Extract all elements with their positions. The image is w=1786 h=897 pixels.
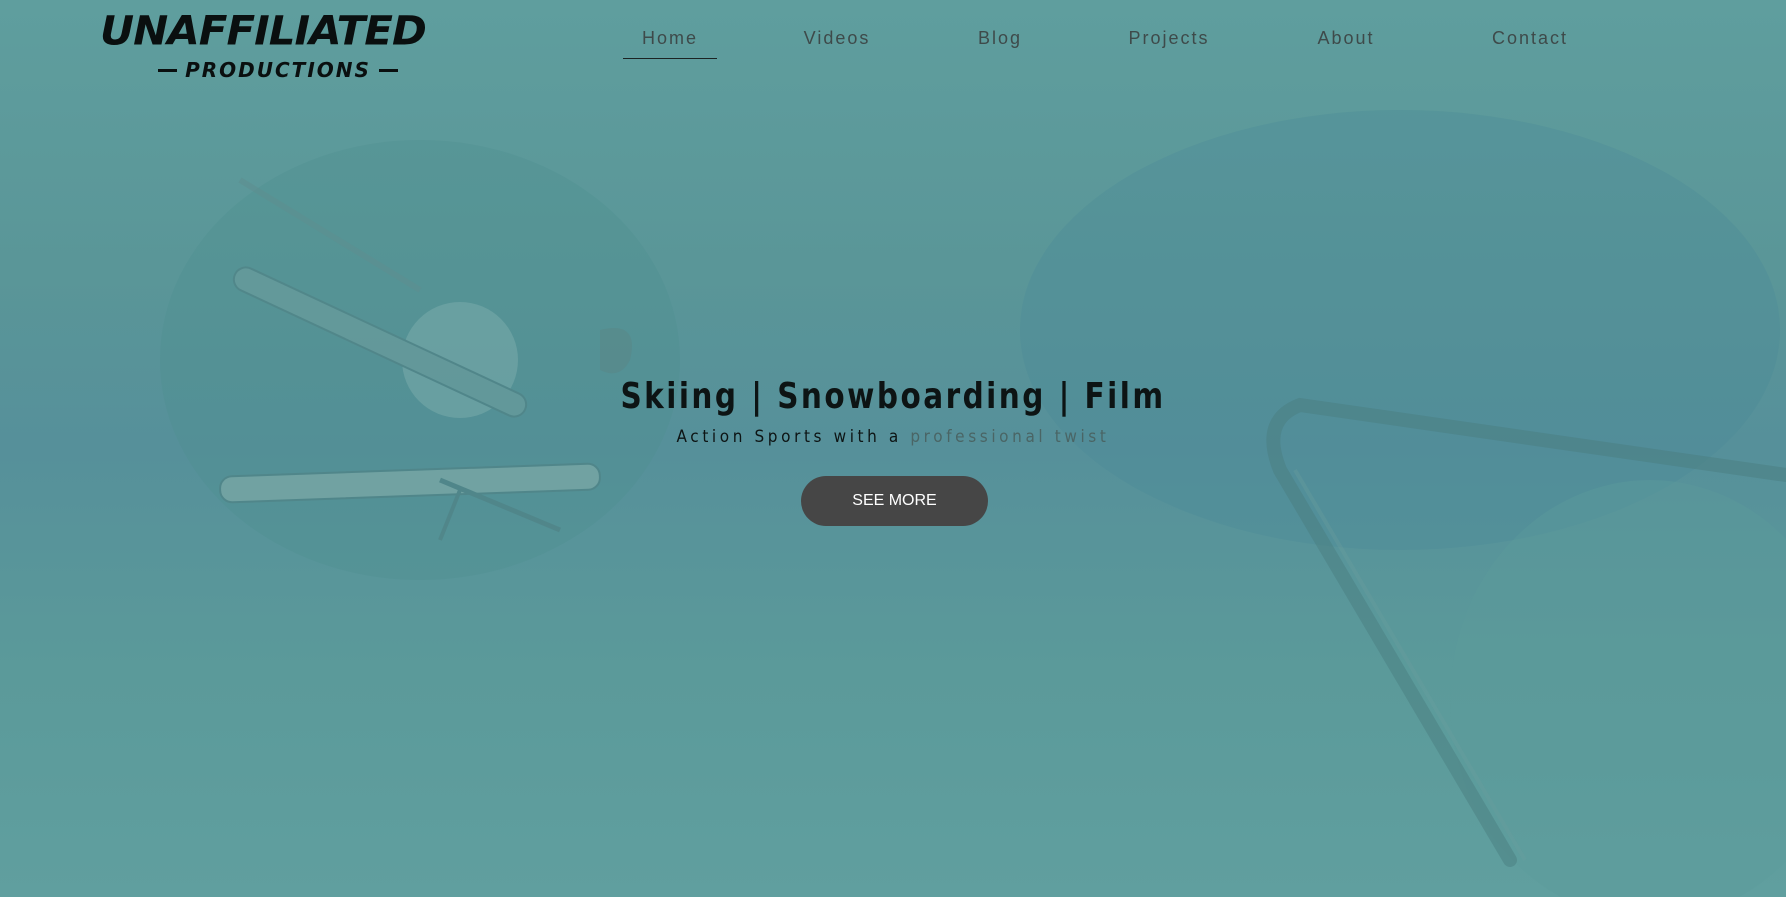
nav-item-blog[interactable]: Blog <box>967 22 1033 58</box>
nav-item-videos[interactable]: Videos <box>795 22 879 58</box>
hero-section: Skiing | Snowboarding | Film Action Spor… <box>0 370 1786 450</box>
logo-dash-right <box>378 68 398 72</box>
nav-item-home[interactable]: Home <box>623 22 717 59</box>
see-more-button[interactable]: SEE MORE <box>801 476 988 526</box>
nav-item-projects[interactable]: Projects <box>1125 22 1213 58</box>
site-header: UNAFFILIATED PRODUCTIONS Home Videos Blo… <box>0 0 1786 90</box>
main-nav: Home Videos Blog Projects About Contact <box>0 22 1786 62</box>
hero-subtitle-lead: Action Sports with a <box>676 427 911 447</box>
hero-title: Skiing | Snowboarding | Film <box>620 376 1166 417</box>
hero-subtitle: Action Sports with a professional twist <box>89 424 1696 450</box>
nav-item-about[interactable]: About <box>1310 22 1382 58</box>
logo-dash-left <box>158 68 178 72</box>
nav-item-contact[interactable]: Contact <box>1480 22 1580 58</box>
hero-subtitle-accent: professional twist <box>910 427 1110 447</box>
page: UNAFFILIATED PRODUCTIONS Home Videos Blo… <box>0 0 1786 897</box>
